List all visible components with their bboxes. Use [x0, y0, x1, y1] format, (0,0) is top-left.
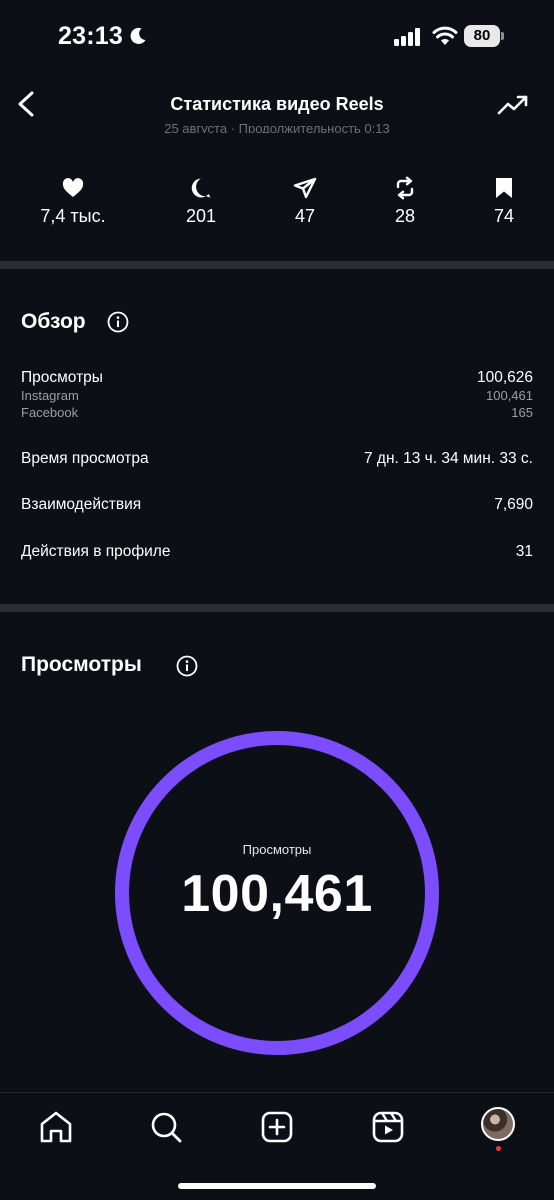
trending-up-button[interactable] — [496, 90, 530, 118]
overview-title: Обзор — [21, 310, 86, 333]
info-icon[interactable] — [176, 655, 198, 677]
shares-count: 47 — [294, 206, 316, 226]
instagram-label: Instagram — [21, 388, 79, 403]
status-time: 23:13 — [58, 22, 123, 50]
metric-reposts[interactable]: 28 — [355, 176, 455, 227]
likes-count: 7,4 тыс. — [40, 206, 106, 226]
video-subtitle: 25 августа · Продолжительность 0:13 — [164, 121, 390, 133]
comments-count: 201 — [185, 206, 217, 226]
signal-icon — [394, 28, 422, 51]
battery-level: 80 — [473, 27, 491, 44]
interactions-label: Взаимодействия — [21, 496, 142, 513]
interactions-value: 7,690 — [494, 496, 533, 513]
reposts-count: 28 — [394, 206, 416, 226]
battery-icon: 80 — [464, 25, 504, 47]
info-icon[interactable] — [107, 311, 129, 333]
search-tab[interactable] — [146, 1109, 186, 1145]
views-section-title: Просмотры — [21, 653, 142, 676]
comment-icon — [191, 178, 211, 198]
views-label: Просмотры — [21, 369, 103, 386]
metric-comments[interactable]: 201 — [151, 176, 251, 227]
facebook-label: Facebook — [21, 405, 79, 420]
reels-tab[interactable] — [368, 1109, 408, 1145]
instagram-value: 100,461 — [486, 388, 533, 403]
engagement-metrics: 7,4 тыс. 201 47 28 74 — [0, 176, 554, 236]
create-icon — [261, 1111, 293, 1143]
wifi-icon — [432, 26, 458, 51]
profile-actions-label: Действия в профиле — [21, 543, 171, 560]
page-title: Статистика видео Reels — [170, 94, 384, 114]
create-tab[interactable] — [257, 1109, 297, 1145]
trending-up-icon — [497, 95, 528, 115]
reels-insights-screen: 23:13 80 Статистика видео Reels 25 авгус… — [0, 0, 554, 1200]
metric-saves[interactable]: 74 — [454, 176, 554, 227]
heart-icon — [62, 178, 84, 197]
bookmark-icon — [496, 178, 512, 198]
watch-time-value: 7 дн. 13 ч. 34 мин. 33 с. — [363, 450, 533, 467]
metric-likes[interactable]: 7,4 тыс. — [23, 176, 123, 227]
section-divider — [0, 261, 554, 269]
section-divider — [0, 604, 554, 612]
donut-value: 100,461 — [181, 865, 373, 923]
search-icon — [151, 1112, 182, 1143]
profile-actions-value: 31 — [515, 543, 533, 560]
reels-icon — [372, 1111, 404, 1143]
status-bar: 23:13 80 — [0, 0, 554, 76]
saves-count: 74 — [493, 206, 515, 226]
watch-time-label: Время просмотра — [21, 450, 149, 467]
home-icon — [40, 1111, 72, 1143]
notification-dot — [496, 1146, 501, 1151]
profile-avatar[interactable] — [481, 1107, 515, 1141]
send-icon — [293, 177, 317, 199]
views-value: 100,626 — [476, 369, 533, 386]
metric-shares[interactable]: 47 — [255, 176, 355, 227]
repost-icon — [396, 176, 414, 200]
donut-label: Просмотры — [242, 842, 312, 857]
moon-icon — [128, 26, 148, 51]
home-tab[interactable] — [36, 1109, 76, 1145]
facebook-value: 165 — [511, 405, 533, 420]
home-indicator — [178, 1183, 376, 1189]
